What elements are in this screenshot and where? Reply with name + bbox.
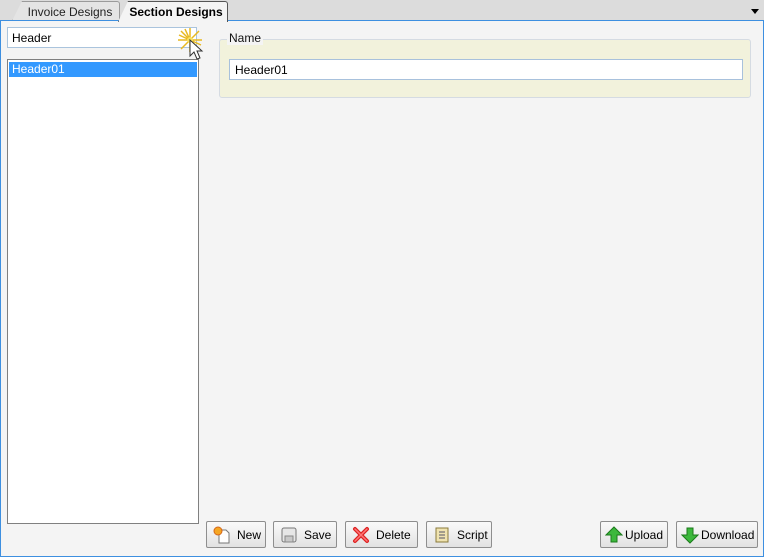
red-x-icon bbox=[352, 526, 370, 544]
floppy-disk-icon bbox=[280, 526, 298, 544]
delete-button[interactable]: Delete bbox=[345, 521, 418, 548]
new-button[interactable]: New bbox=[206, 521, 266, 548]
green-up-arrow-icon bbox=[604, 525, 624, 544]
design-list[interactable]: Header01 bbox=[7, 59, 199, 524]
scroll-icon bbox=[433, 526, 451, 544]
green-down-arrow-icon bbox=[680, 526, 700, 544]
tab-section-designs[interactable]: Section Designs bbox=[118, 1, 228, 22]
script-button[interactable]: Script bbox=[426, 521, 492, 548]
tab-label: Invoice Designs bbox=[27, 5, 113, 19]
save-button[interactable]: Save bbox=[273, 521, 337, 548]
tab-invoice-designs[interactable]: Invoice Designs bbox=[12, 1, 120, 21]
upload-button[interactable]: Upload bbox=[600, 521, 668, 548]
name-input[interactable] bbox=[229, 59, 743, 80]
filter-input[interactable] bbox=[7, 27, 197, 48]
tab-bar: Invoice Designs Section Designs bbox=[0, 0, 764, 22]
dropdown-arrow-icon[interactable] bbox=[750, 6, 760, 16]
new-document-icon bbox=[213, 526, 231, 544]
download-button[interactable]: Download bbox=[676, 521, 758, 548]
group-label: Name bbox=[227, 31, 264, 45]
list-item[interactable]: Header01 bbox=[9, 62, 197, 77]
tab-label: Section Designs bbox=[129, 5, 223, 19]
